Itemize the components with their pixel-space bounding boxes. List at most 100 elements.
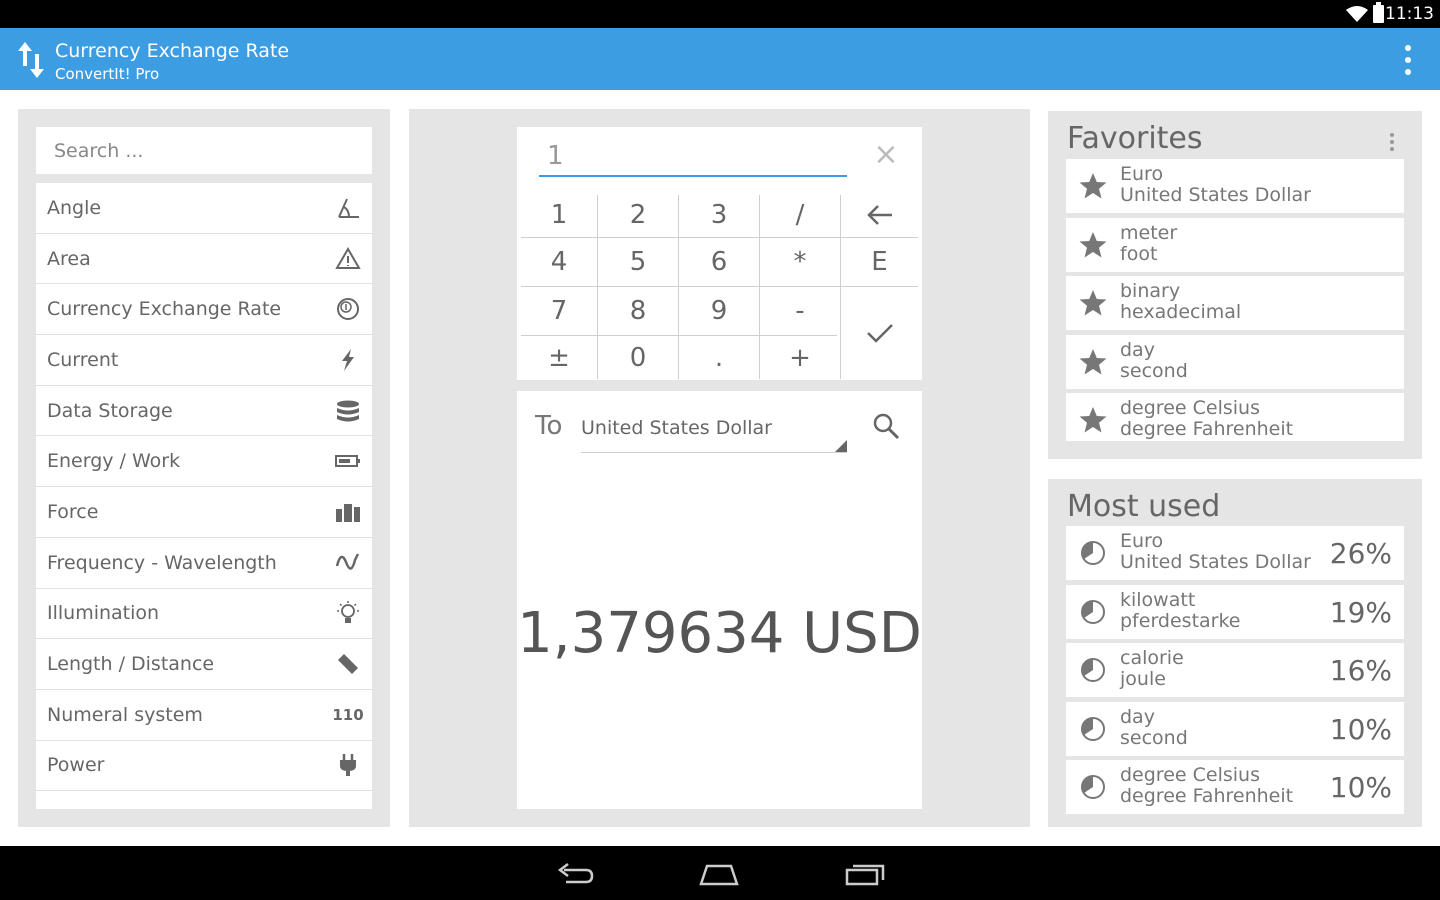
category-item-illumination[interactable]: Illumination [36,588,372,640]
most-used-item[interactable]: degree Celsius degree Fahrenheit 10% [1066,760,1404,819]
most-used-item[interactable]: calorie joule 16% [1066,643,1404,702]
usage-percent: 10% [1329,771,1392,804]
search-icon[interactable] [871,411,901,441]
most-used-title: Most used [1067,489,1221,524]
recent-apps-icon[interactable] [845,860,885,888]
favorite-item[interactable]: meter foot [1066,217,1404,277]
most-used-from: Euro [1120,530,1164,552]
category-item-angle[interactable]: Angle [36,183,372,234]
category-label: Area [47,247,91,270]
category-label: Energy / Work [47,450,181,473]
key-decimal[interactable]: . [679,336,759,379]
category-label: Currency Exchange Rate [47,298,282,321]
home-icon[interactable] [699,860,739,888]
back-icon[interactable] [556,860,596,888]
category-item-force[interactable]: Force [36,487,372,538]
usage-percent: 19% [1329,595,1392,629]
category-label: Current [47,348,119,371]
key-6[interactable]: 6 [679,238,759,286]
plug-icon [335,752,361,778]
category-label: Length / Distance [47,653,215,676]
most-used-to: United States Dollar [1120,551,1311,573]
category-item-power[interactable]: Power [36,740,372,792]
category-item-frequency[interactable]: Frequency - Wavelength [36,537,372,589]
key-8[interactable]: 8 [598,287,678,335]
backspace-arrow-icon [866,205,892,225]
backspace-button[interactable] [841,193,918,237]
category-label: Frequency - Wavelength [47,551,277,574]
search-input[interactable] [36,127,372,174]
category-item-current[interactable]: Current [36,335,372,386]
most-used-to: pferdestarke [1120,609,1241,632]
favorite-item[interactable]: degree Celsius degree Fahrenheit [1066,393,1404,452]
app-bar: Currency Exchange Rate ConvertIt! Pro [0,28,1440,90]
category-label: Power [47,754,105,777]
star-icon [1079,173,1107,199]
key-negate[interactable]: ± [521,336,597,379]
ruler-icon [335,651,361,677]
category-item-partial[interactable] [36,791,372,809]
favorite-to: degree Fahrenheit [1120,418,1294,440]
clear-icon[interactable]: × [873,140,899,170]
key-divide[interactable]: / [760,193,840,237]
star-icon [1079,348,1107,374]
category-item-data-storage[interactable]: Data Storage [36,385,372,437]
key-3[interactable]: 3 [679,193,759,237]
most-used-from: degree Celsius [1120,764,1260,786]
key-9[interactable]: 9 [679,287,759,335]
category-panel: Angle Area Currency Exchange Rate Curren… [18,109,390,827]
key-7[interactable]: 7 [521,287,597,335]
star-icon [1079,290,1107,316]
category-item-energy[interactable]: Energy / Work [36,436,372,488]
key-4[interactable]: 4 [521,238,597,286]
wave-icon [335,550,361,576]
most-used-from: calorie [1120,647,1184,669]
favorite-from: binary [1120,280,1181,302]
bulb-icon [335,600,361,626]
status-bar: 11:13 [0,0,1440,28]
key-2[interactable]: 2 [598,193,678,237]
overflow-menu-icon[interactable] [1402,45,1414,75]
favorite-item[interactable]: Euro United States Dollar [1066,159,1404,218]
most-used-item[interactable]: day second 10% [1066,701,1404,761]
key-1[interactable]: 1 [521,193,597,237]
favorite-item[interactable]: binary hexadecimal [1066,276,1404,335]
search-box [36,127,372,174]
favorite-item[interactable]: day second [1066,334,1404,394]
pie-chart-icon [1081,716,1105,741]
key-multiply[interactable]: * [760,238,840,286]
most-used-item[interactable]: kilowatt pferdestarke 19% [1066,584,1404,644]
key-exponent[interactable]: E [841,238,918,286]
target-unit-value: United States Dollar [581,417,772,439]
battery-icon [1373,2,1384,23]
key-subtract[interactable]: - [760,287,840,335]
app-subtitle: ConvertIt! Pro [55,65,160,83]
key-add[interactable]: + [760,336,840,379]
favorite-from: day [1120,338,1155,361]
key-0[interactable]: 0 [598,336,678,379]
system-nav-bar [0,846,1440,900]
currency-icon [335,296,361,322]
category-item-area[interactable]: Area [36,233,372,285]
converter-panel: × 1 2 3 / 4 5 6 * E 7 8 [409,109,1030,827]
convert-arrows-icon [18,42,44,78]
target-unit-select[interactable]: United States Dollar [581,411,847,453]
confirm-button[interactable] [841,287,918,379]
category-item-length[interactable]: Length / Distance [36,639,372,690]
most-used-panel: Most used Euro United States Dollar 26% … [1048,479,1422,827]
category-label: Angle [47,196,102,219]
usage-percent: 10% [1329,712,1392,746]
category-label: Illumination [47,602,160,625]
partial-icon [335,803,361,809]
category-label: Force [47,500,99,523]
amount-input[interactable] [539,137,847,177]
category-item-currency[interactable]: Currency Exchange Rate [36,284,372,336]
most-used-item[interactable]: Euro United States Dollar 26% [1066,526,1404,585]
key-5[interactable]: 5 [598,238,678,286]
category-item-numeral[interactable]: Numeral system 110 [36,689,372,741]
favorite-to: foot [1120,242,1158,265]
favorite-from: Euro [1120,163,1164,185]
favorites-more-icon[interactable] [1390,133,1394,151]
status-clock: 11:13 [1385,4,1434,24]
result-card: To United States Dollar 1,379634 USD [517,391,922,809]
